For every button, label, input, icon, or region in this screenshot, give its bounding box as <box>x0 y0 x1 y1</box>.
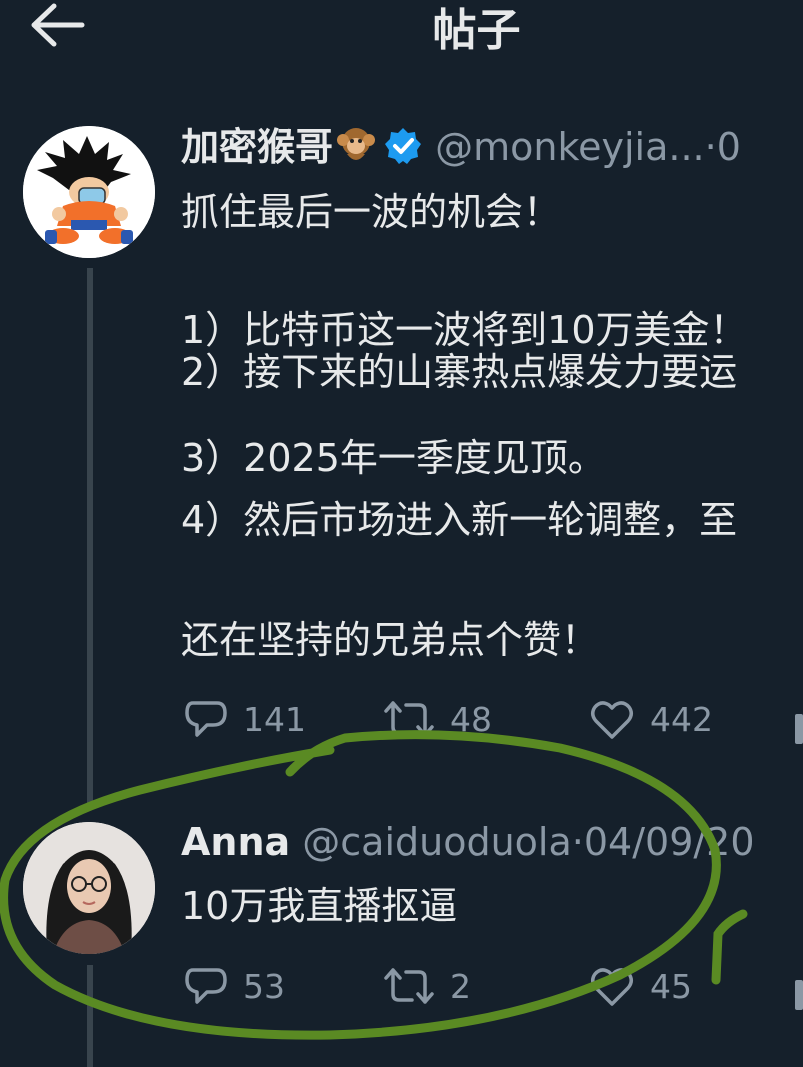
post-date[interactable]: 0 <box>717 125 741 169</box>
thread-line <box>87 965 93 1067</box>
retweet-icon <box>384 968 434 1004</box>
reply-count: 141 <box>243 699 306 739</box>
anna-avatar-image <box>23 822 155 954</box>
page-title: 帖子 <box>432 5 521 56</box>
monkey-emoji-icon <box>337 128 376 160</box>
like-button[interactable]: 45 <box>588 964 692 1008</box>
author-name[interactable]: Anna <box>181 820 290 864</box>
post-line: 还在坚持的兄弟点个赞！ <box>181 618 600 662</box>
retweet-icon <box>384 701 434 737</box>
reply-icon <box>185 701 227 737</box>
like-count: 45 <box>650 966 692 1006</box>
reply-button[interactable]: 53 <box>183 964 285 1008</box>
reply-date[interactable]: 04/09/20 <box>584 820 755 864</box>
author-handle[interactable]: @caiduoduola <box>302 820 572 864</box>
thread-line <box>87 268 93 808</box>
views-icon[interactable] <box>795 980 803 1010</box>
heart-icon <box>591 968 633 1006</box>
post-line: 抓住最后一波的机会！ <box>181 190 562 234</box>
views-icon[interactable] <box>795 714 803 744</box>
retweet-count: 2 <box>450 966 471 1006</box>
separator-dot: · <box>571 820 584 864</box>
reply-button[interactable]: 141 <box>183 697 306 741</box>
author-name[interactable]: 加密猴哥 <box>181 125 333 169</box>
post-line: 2）接下来的山寨热点爆发力要运 <box>181 350 738 394</box>
retweet-count: 48 <box>450 699 492 739</box>
post-line: 4）然后市场进入新一轮调整，至 <box>181 498 738 542</box>
heart-icon <box>591 701 633 739</box>
top-bar: 帖子 <box>0 0 803 60</box>
post-line: 3）2025年一季度见顶。 <box>181 436 606 480</box>
post-header: 加密猴哥 @monkeyjia...·0 <box>181 122 741 171</box>
goku-avatar-image <box>23 126 155 258</box>
avatar[interactable] <box>23 822 155 954</box>
author-handle[interactable]: @monkeyjia... <box>435 125 705 169</box>
verified-badge-icon <box>385 128 422 164</box>
like-count: 442 <box>650 699 713 739</box>
reply-text: 10万我直播抠逼 <box>181 884 458 928</box>
reply-count: 53 <box>243 966 285 1006</box>
retweet-button[interactable]: 48 <box>382 697 492 741</box>
retweet-button[interactable]: 2 <box>382 964 471 1008</box>
reply-icon <box>185 968 227 1004</box>
separator-dot: · <box>704 125 717 169</box>
avatar[interactable] <box>23 126 155 258</box>
like-button[interactable]: 442 <box>588 697 713 741</box>
reply-header: Anna @caiduoduola·04/09/20 <box>181 818 755 866</box>
